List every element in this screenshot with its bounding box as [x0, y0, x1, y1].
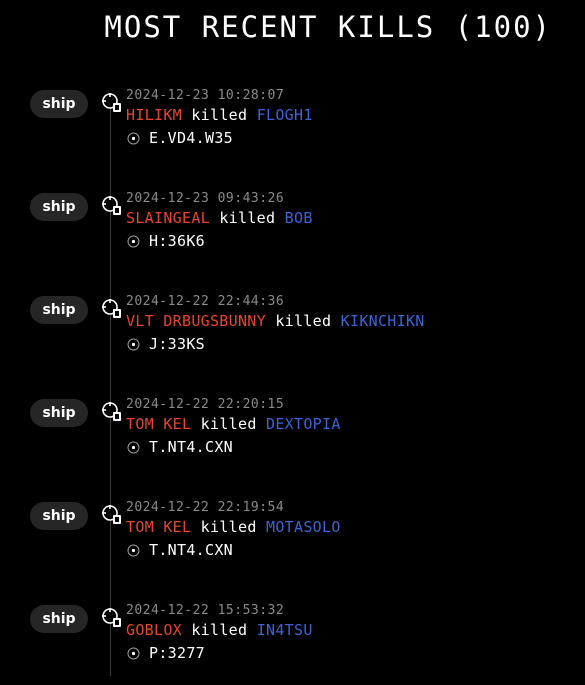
- kill-verb: killed: [219, 209, 276, 227]
- kill-entry[interactable]: ship 2024-12-23 10:28:07 HILIKM killed F…: [0, 88, 585, 170]
- kill-description: GOBLOX killed IN4TSU: [126, 621, 313, 639]
- target-icon: [127, 441, 140, 454]
- kill-location: T.NT4.CXN: [149, 438, 233, 456]
- kill-timestamp: 2024-12-22 22:19:54: [126, 500, 285, 515]
- kill-entry[interactable]: ship 2024-12-23 09:43:26 SLAINGEAL kille…: [0, 191, 585, 273]
- crosshair-icon: [102, 93, 121, 112]
- victim-name[interactable]: BOB: [285, 209, 313, 227]
- killer-name[interactable]: HILIKM: [126, 106, 182, 124]
- kill-entry[interactable]: ship 2024-12-22 22:44:36 VLT DRBUGSBUNNY…: [0, 294, 585, 376]
- page-title: MOST RECENT KILLS (100): [104, 10, 552, 44]
- victim-name[interactable]: KIKNCHIKN: [341, 312, 425, 330]
- kill-location: H:36K6: [149, 232, 205, 250]
- kill-location: T.NT4.CXN: [149, 541, 233, 559]
- ship-badge[interactable]: ship: [30, 399, 88, 427]
- killer-name[interactable]: SLAINGEAL: [126, 209, 210, 227]
- ship-badge[interactable]: ship: [30, 502, 88, 530]
- kill-entry[interactable]: ship 2024-12-22 22:20:15 TOM KEL killed …: [0, 397, 585, 479]
- crosshair-icon: [102, 505, 121, 524]
- killer-name[interactable]: VLT DRBUGSBUNNY: [126, 312, 266, 330]
- kill-description: TOM KEL killed MOTASOLO: [126, 518, 341, 536]
- target-icon: [127, 132, 140, 145]
- killer-name[interactable]: GOBLOX: [126, 621, 182, 639]
- kill-location: P:3277: [149, 644, 205, 662]
- kill-location: J:33KS: [149, 335, 205, 353]
- crosshair-icon: [102, 402, 121, 421]
- kill-description: TOM KEL killed DEXTOPIA: [126, 415, 341, 433]
- ship-badge[interactable]: ship: [30, 193, 88, 221]
- ship-badge[interactable]: ship: [30, 90, 88, 118]
- kill-entry[interactable]: ship 2024-12-22 22:19:54 TOM KEL killed …: [0, 500, 585, 582]
- victim-name[interactable]: IN4TSU: [257, 621, 313, 639]
- kill-verb: killed: [200, 415, 257, 433]
- victim-name[interactable]: MOTASOLO: [266, 518, 341, 536]
- crosshair-icon: [102, 608, 121, 627]
- kill-timestamp: 2024-12-22 15:53:32: [126, 603, 285, 618]
- ship-badge[interactable]: ship: [30, 605, 88, 633]
- kill-verb: killed: [275, 312, 332, 330]
- crosshair-icon: [102, 196, 121, 215]
- killer-name[interactable]: TOM KEL: [126, 415, 191, 433]
- killer-name[interactable]: TOM KEL: [126, 518, 191, 536]
- target-icon: [127, 235, 140, 248]
- ship-badge[interactable]: ship: [30, 296, 88, 324]
- kill-description: SLAINGEAL killed BOB: [126, 209, 313, 227]
- kill-timestamp: 2024-12-23 09:43:26: [126, 191, 285, 206]
- timeline-line: [110, 96, 111, 676]
- kill-verb: killed: [191, 621, 248, 639]
- victim-name[interactable]: FLOGH1: [257, 106, 313, 124]
- target-icon: [127, 544, 140, 557]
- kill-timestamp: 2024-12-23 10:28:07: [126, 88, 285, 103]
- kill-description: VLT DRBUGSBUNNY killed KIKNCHIKN: [126, 312, 425, 330]
- crosshair-icon: [102, 299, 121, 318]
- kill-timestamp: 2024-12-22 22:44:36: [126, 294, 285, 309]
- kill-verb: killed: [191, 106, 248, 124]
- kill-timestamp: 2024-12-22 22:20:15: [126, 397, 285, 412]
- target-icon: [127, 338, 140, 351]
- kill-verb: killed: [200, 518, 257, 536]
- target-icon: [127, 647, 140, 660]
- kill-location: E.VD4.W35: [149, 129, 233, 147]
- kill-entry[interactable]: ship 2024-12-22 15:53:32 GOBLOX killed I…: [0, 603, 585, 685]
- kill-description: HILIKM killed FLOGH1: [126, 106, 313, 124]
- victim-name[interactable]: DEXTOPIA: [266, 415, 341, 433]
